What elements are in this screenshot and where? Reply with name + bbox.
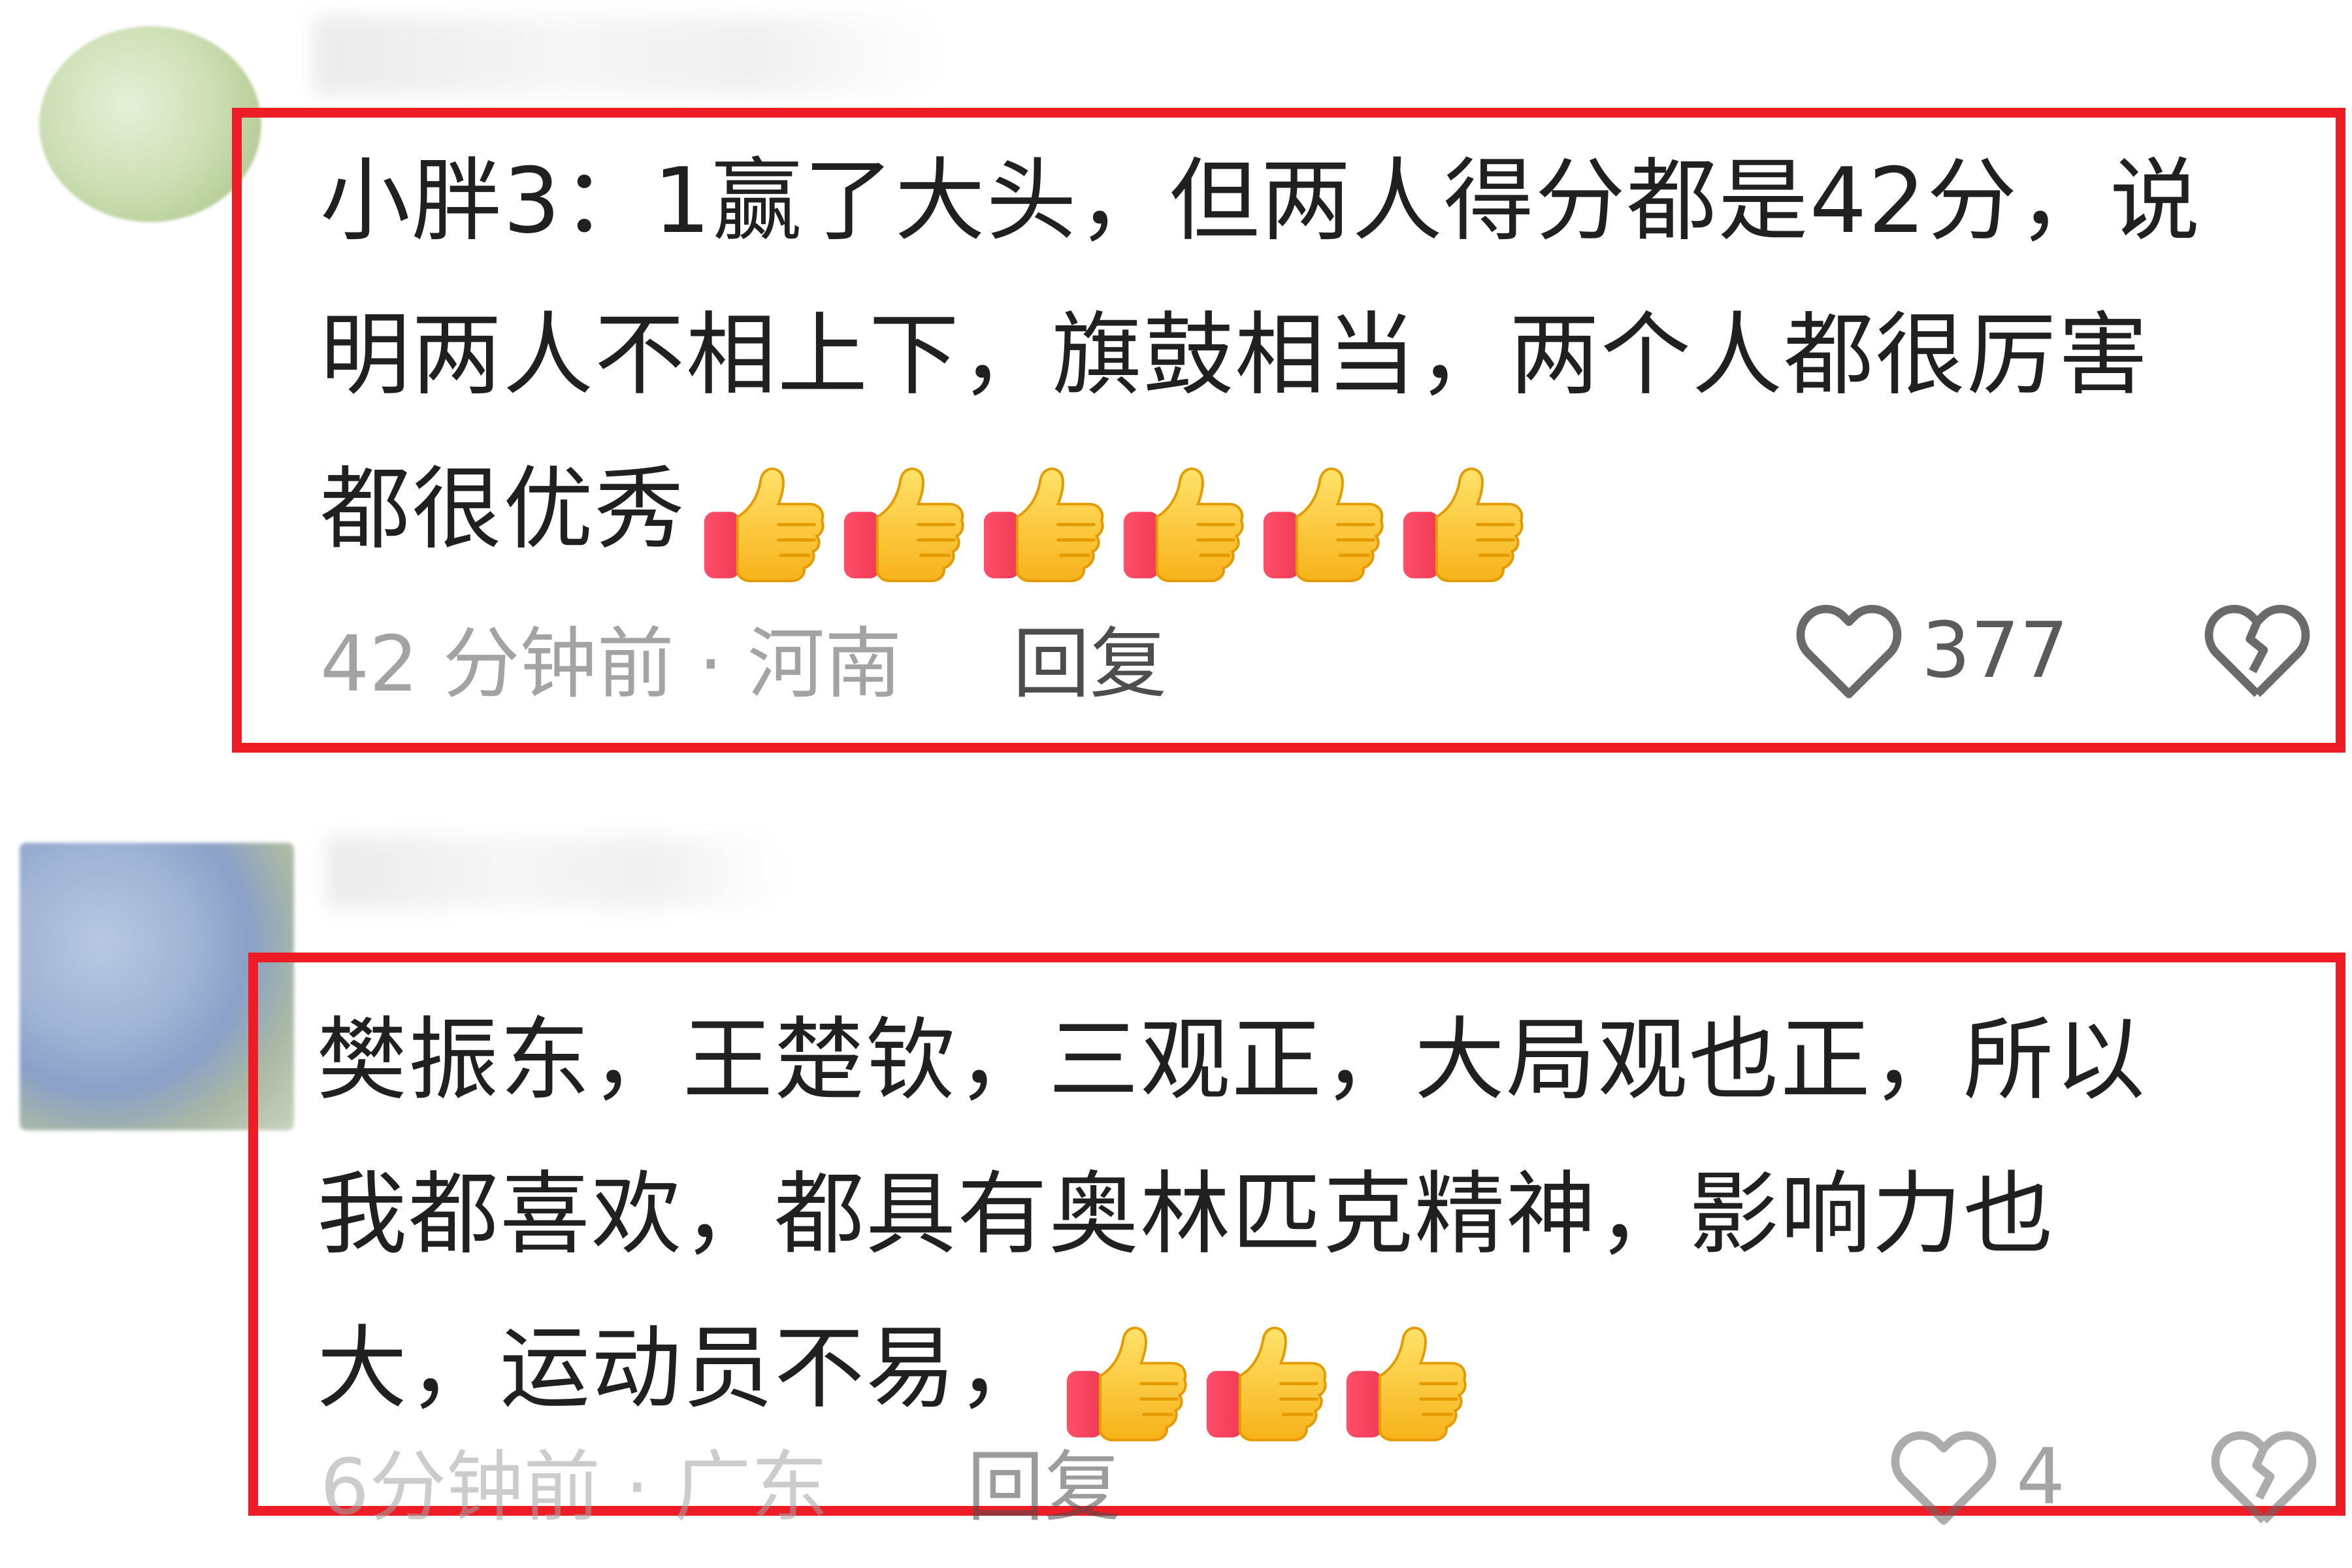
- broken-heart-icon: [2204, 604, 2310, 697]
- like-button[interactable]: 377: [1793, 598, 2068, 702]
- reply-button[interactable]: 回复: [967, 1424, 1121, 1536]
- username-blurred: [327, 836, 784, 908]
- thumbs-up-icon: [699, 460, 827, 584]
- dislike-button[interactable]: [2202, 598, 2313, 705]
- like-count: 377: [1921, 605, 2069, 695]
- thumbs-up-icon: [1258, 460, 1386, 584]
- like-count: 4: [2016, 1431, 2066, 1522]
- heart-icon: [1891, 1431, 1997, 1525]
- comment-line: 大，运动员不易，: [317, 1292, 2146, 1446]
- thumbs-up-icon: [979, 460, 1107, 584]
- dislike-button[interactable]: [2208, 1424, 2319, 1531]
- broken-heart-icon: [2211, 1431, 2317, 1524]
- username-blurred: [314, 16, 941, 95]
- comment-line-text: 都很优秀: [320, 457, 687, 562]
- thumbs-up-icon: [1341, 1319, 1469, 1443]
- reply-button[interactable]: 回复: [1013, 601, 1167, 713]
- comment-line: 小胖3：1赢了大头，但两人得分都是42分，说: [320, 148, 2202, 253]
- emoji-group: [699, 438, 1538, 593]
- thumbs-up-icon: [1119, 460, 1247, 584]
- emoji-group: [1062, 1298, 1481, 1452]
- time-location: 6分钟前 · 广东: [320, 1442, 828, 1532]
- comment-item-1: 小胖3：1赢了大头，但两人得分都是42分，说 明两人不相上下，旗鼓相当，两个人都…: [0, 0, 2352, 764]
- comment-line: 明两人不相上下，旗鼓相当，两个人都很厉害: [320, 302, 2150, 408]
- heart-icon: [1796, 604, 1902, 698]
- comment-line: 樊振东，王楚钦，三观正，大局观也正，所以: [317, 1007, 2147, 1113]
- comment-line: 都很优秀: [320, 433, 2201, 587]
- comment-text: 小胖3：1赢了大头，但两人得分都是42分，说 明两人不相上下，旗鼓相当，两个人都…: [320, 124, 2201, 587]
- thumbs-up-icon: [839, 460, 967, 584]
- comment-text: 樊振东，王楚钦，三观正，大局观也正，所以 我都喜欢，都具有奥林匹克精神，影响力也…: [317, 983, 2146, 1446]
- like-button[interactable]: 4: [1888, 1424, 2065, 1529]
- time-location: 42 分钟前 · 河南: [320, 619, 902, 709]
- comment-item-2: 樊振东，王楚钦，三观正，大局观也正，所以 我都喜欢，都具有奥林匹克精神，影响力也…: [0, 810, 2352, 1568]
- comment-line-text: 大，运动员不易，: [317, 1316, 1049, 1421]
- thumbs-up-icon: [1398, 460, 1526, 584]
- comment-line: 我都喜欢，都具有奥林匹克精神，影响力也: [317, 1162, 2055, 1267]
- avatar[interactable]: [39, 26, 261, 222]
- thumbs-up-icon: [1201, 1319, 1330, 1443]
